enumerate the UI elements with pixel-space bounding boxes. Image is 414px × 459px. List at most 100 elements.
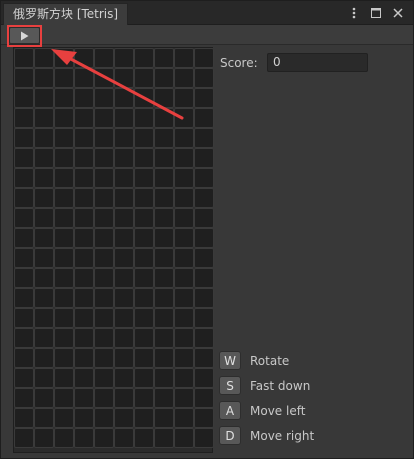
board-cell [174,168,194,188]
board-cell [54,268,74,288]
control-label: Fast down [250,378,311,393]
play-icon [21,31,29,40]
board-cell [174,328,194,348]
board-cell [74,68,94,88]
control-label: Move left [250,403,306,418]
board-cell [34,408,54,428]
board-cell [74,308,94,328]
board-cell [134,248,154,268]
board-cell [154,268,174,288]
board-cell [14,408,34,428]
board-cell [74,88,94,108]
board-cell [74,188,94,208]
board-cell [54,428,74,448]
board-cell [134,48,154,68]
board-cell [154,208,174,228]
board-cell [134,208,154,228]
board-cell [154,128,174,148]
board-cell [74,128,94,148]
board-cell [154,148,174,168]
board-cell [194,108,214,128]
board-cell [94,128,114,148]
board-cell [174,348,194,368]
controls-legend: W Rotate S Fast down A Move left D Move right [219,348,399,448]
board-cell [174,308,194,328]
board-cell [154,248,174,268]
board-cell [194,228,214,248]
board-cell [154,328,174,348]
board-cell [54,128,74,148]
board-cell [54,208,74,228]
board-cell [114,348,134,368]
board-cell [134,68,154,88]
board-cell [74,168,94,188]
board-cell [194,428,214,448]
board-cell [54,48,74,68]
board-cell [94,368,114,388]
board-cell [154,188,174,208]
board-cell [94,68,114,88]
board-cell [14,68,34,88]
board-cell [34,388,54,408]
board-cell [54,88,74,108]
board-cell [74,288,94,308]
board-cell [154,48,174,68]
board-cell [94,328,114,348]
board-cell [114,68,134,88]
board-cell [114,188,134,208]
play-button[interactable] [9,27,40,44]
board-cell [74,388,94,408]
key-badge: S [219,376,241,395]
key-badge: W [219,351,241,370]
board-cell [14,268,34,288]
board-cell [194,388,214,408]
board-cell [54,228,74,248]
board-cell [194,348,214,368]
board-cell [94,108,114,128]
board-cell [194,308,214,328]
board-cell [74,228,94,248]
board-cell [94,308,114,328]
board-cell [194,288,214,308]
board-cell [94,168,114,188]
board-cell [174,188,194,208]
board-cell [154,428,174,448]
board-cell [34,228,54,248]
board-cell [34,428,54,448]
board-cell [114,148,134,168]
board-cell [114,108,134,128]
board-cell [154,308,174,328]
board-cell [174,268,194,288]
board-cell [14,48,34,68]
board-cell [134,408,154,428]
board-cell [14,308,34,328]
board-cell [154,388,174,408]
close-icon[interactable] [391,6,405,20]
board-cell [74,48,94,68]
tab-tetris[interactable]: 俄罗斯方块 [Tetris] [3,3,128,25]
toolbar [1,25,413,45]
control-label: Move right [250,428,315,443]
tetris-board [13,47,214,453]
board-cell [134,128,154,148]
board-cell [34,248,54,268]
board-cell [174,428,194,448]
maximize-icon[interactable] [369,6,383,20]
board-cell [194,188,214,208]
board-cell [34,288,54,308]
board-cell [114,228,134,248]
board-cell [74,148,94,168]
board-cell [14,128,34,148]
board-cell [14,428,34,448]
kebab-icon[interactable] [347,6,361,20]
board-cell [14,288,34,308]
board-cell [14,248,34,268]
board-cell [54,148,74,168]
board-cell [54,348,74,368]
board-cell [114,388,134,408]
board-cell [194,68,214,88]
board-cell [134,288,154,308]
board-cell [174,288,194,308]
board-cell [34,128,54,148]
control-row: D Move right [219,423,399,448]
